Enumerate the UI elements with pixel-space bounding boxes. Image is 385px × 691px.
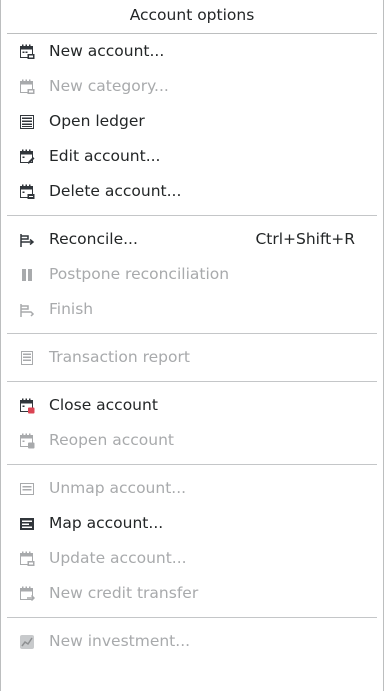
edit-account-label: Edit account... <box>49 147 161 165</box>
close-account-label: Close account <box>49 396 158 414</box>
new-credit-transfer-menu-item[interactable]: New credit transfer <box>1 576 383 611</box>
account-options-menu: Account options New account... New categ… <box>0 0 384 691</box>
new-credit-transfer-label: New credit transfer <box>49 584 199 602</box>
transaction-report-label: Transaction report <box>49 348 190 366</box>
reopen-account-label: Reopen account <box>49 431 174 449</box>
calendar-close-icon <box>20 398 35 414</box>
reconcile-label: Reconcile... <box>49 230 138 248</box>
menu-separator <box>7 617 377 618</box>
open-ledger-menu-item[interactable]: Open ledger <box>1 104 383 139</box>
postpone-reconciliation-menu-item[interactable]: Postpone reconciliation <box>1 257 383 292</box>
unmap-icon <box>20 483 34 495</box>
report-icon <box>21 351 33 365</box>
menu-separator <box>7 333 377 334</box>
calendar-delete-icon <box>20 184 35 199</box>
postpone-reconciliation-label: Postpone reconciliation <box>49 265 230 283</box>
map-account-label: Map account... <box>49 514 164 532</box>
finish-icon <box>20 304 35 317</box>
new-investment-menu-item[interactable]: New investment... <box>1 624 383 659</box>
calendar-reopen-icon <box>20 433 35 449</box>
calendar-edit-icon <box>20 149 35 164</box>
new-category-label: New category... <box>49 77 169 95</box>
menu-separator <box>7 381 377 382</box>
new-account-menu-item[interactable]: New account... <box>1 34 383 69</box>
calendar-transfer-icon <box>20 586 35 602</box>
new-account-label: New account... <box>49 42 165 60</box>
update-account-label: Update account... <box>49 549 187 567</box>
ledger-icon <box>20 115 34 129</box>
reconcile-menu-item[interactable]: Reconcile... Ctrl+Shift+R <box>1 222 383 257</box>
open-ledger-label: Open ledger <box>49 112 145 130</box>
close-account-menu-item[interactable]: Close account <box>1 388 383 423</box>
unmap-account-menu-item[interactable]: Unmap account... <box>1 471 383 506</box>
edit-account-menu-item[interactable]: Edit account... <box>1 139 383 174</box>
menu-separator <box>7 464 377 465</box>
delete-account-menu-item[interactable]: Delete account... <box>1 174 383 209</box>
investment-icon <box>20 635 34 649</box>
finish-label: Finish <box>49 300 94 318</box>
menu-title: Account options <box>7 0 377 34</box>
update-account-menu-item[interactable]: Update account... <box>1 541 383 576</box>
reopen-account-menu-item[interactable]: Reopen account <box>1 423 383 458</box>
map-icon <box>20 518 34 530</box>
reconcile-icon <box>20 234 35 247</box>
unmap-account-label: Unmap account... <box>49 479 187 497</box>
calendar-update-icon <box>20 551 35 566</box>
reconcile-shortcut: Ctrl+Shift+R <box>255 230 355 248</box>
transaction-report-menu-item[interactable]: Transaction report <box>1 340 383 375</box>
new-investment-label: New investment... <box>49 632 191 650</box>
map-account-menu-item[interactable]: Map account... <box>1 506 383 541</box>
finish-menu-item[interactable]: Finish <box>1 292 383 327</box>
delete-account-label: Delete account... <box>49 182 182 200</box>
calendar-add-icon <box>20 79 35 94</box>
calendar-add-icon <box>20 44 35 59</box>
pause-icon <box>22 269 32 281</box>
new-category-menu-item[interactable]: New category... <box>1 69 383 104</box>
menu-separator <box>7 215 377 216</box>
